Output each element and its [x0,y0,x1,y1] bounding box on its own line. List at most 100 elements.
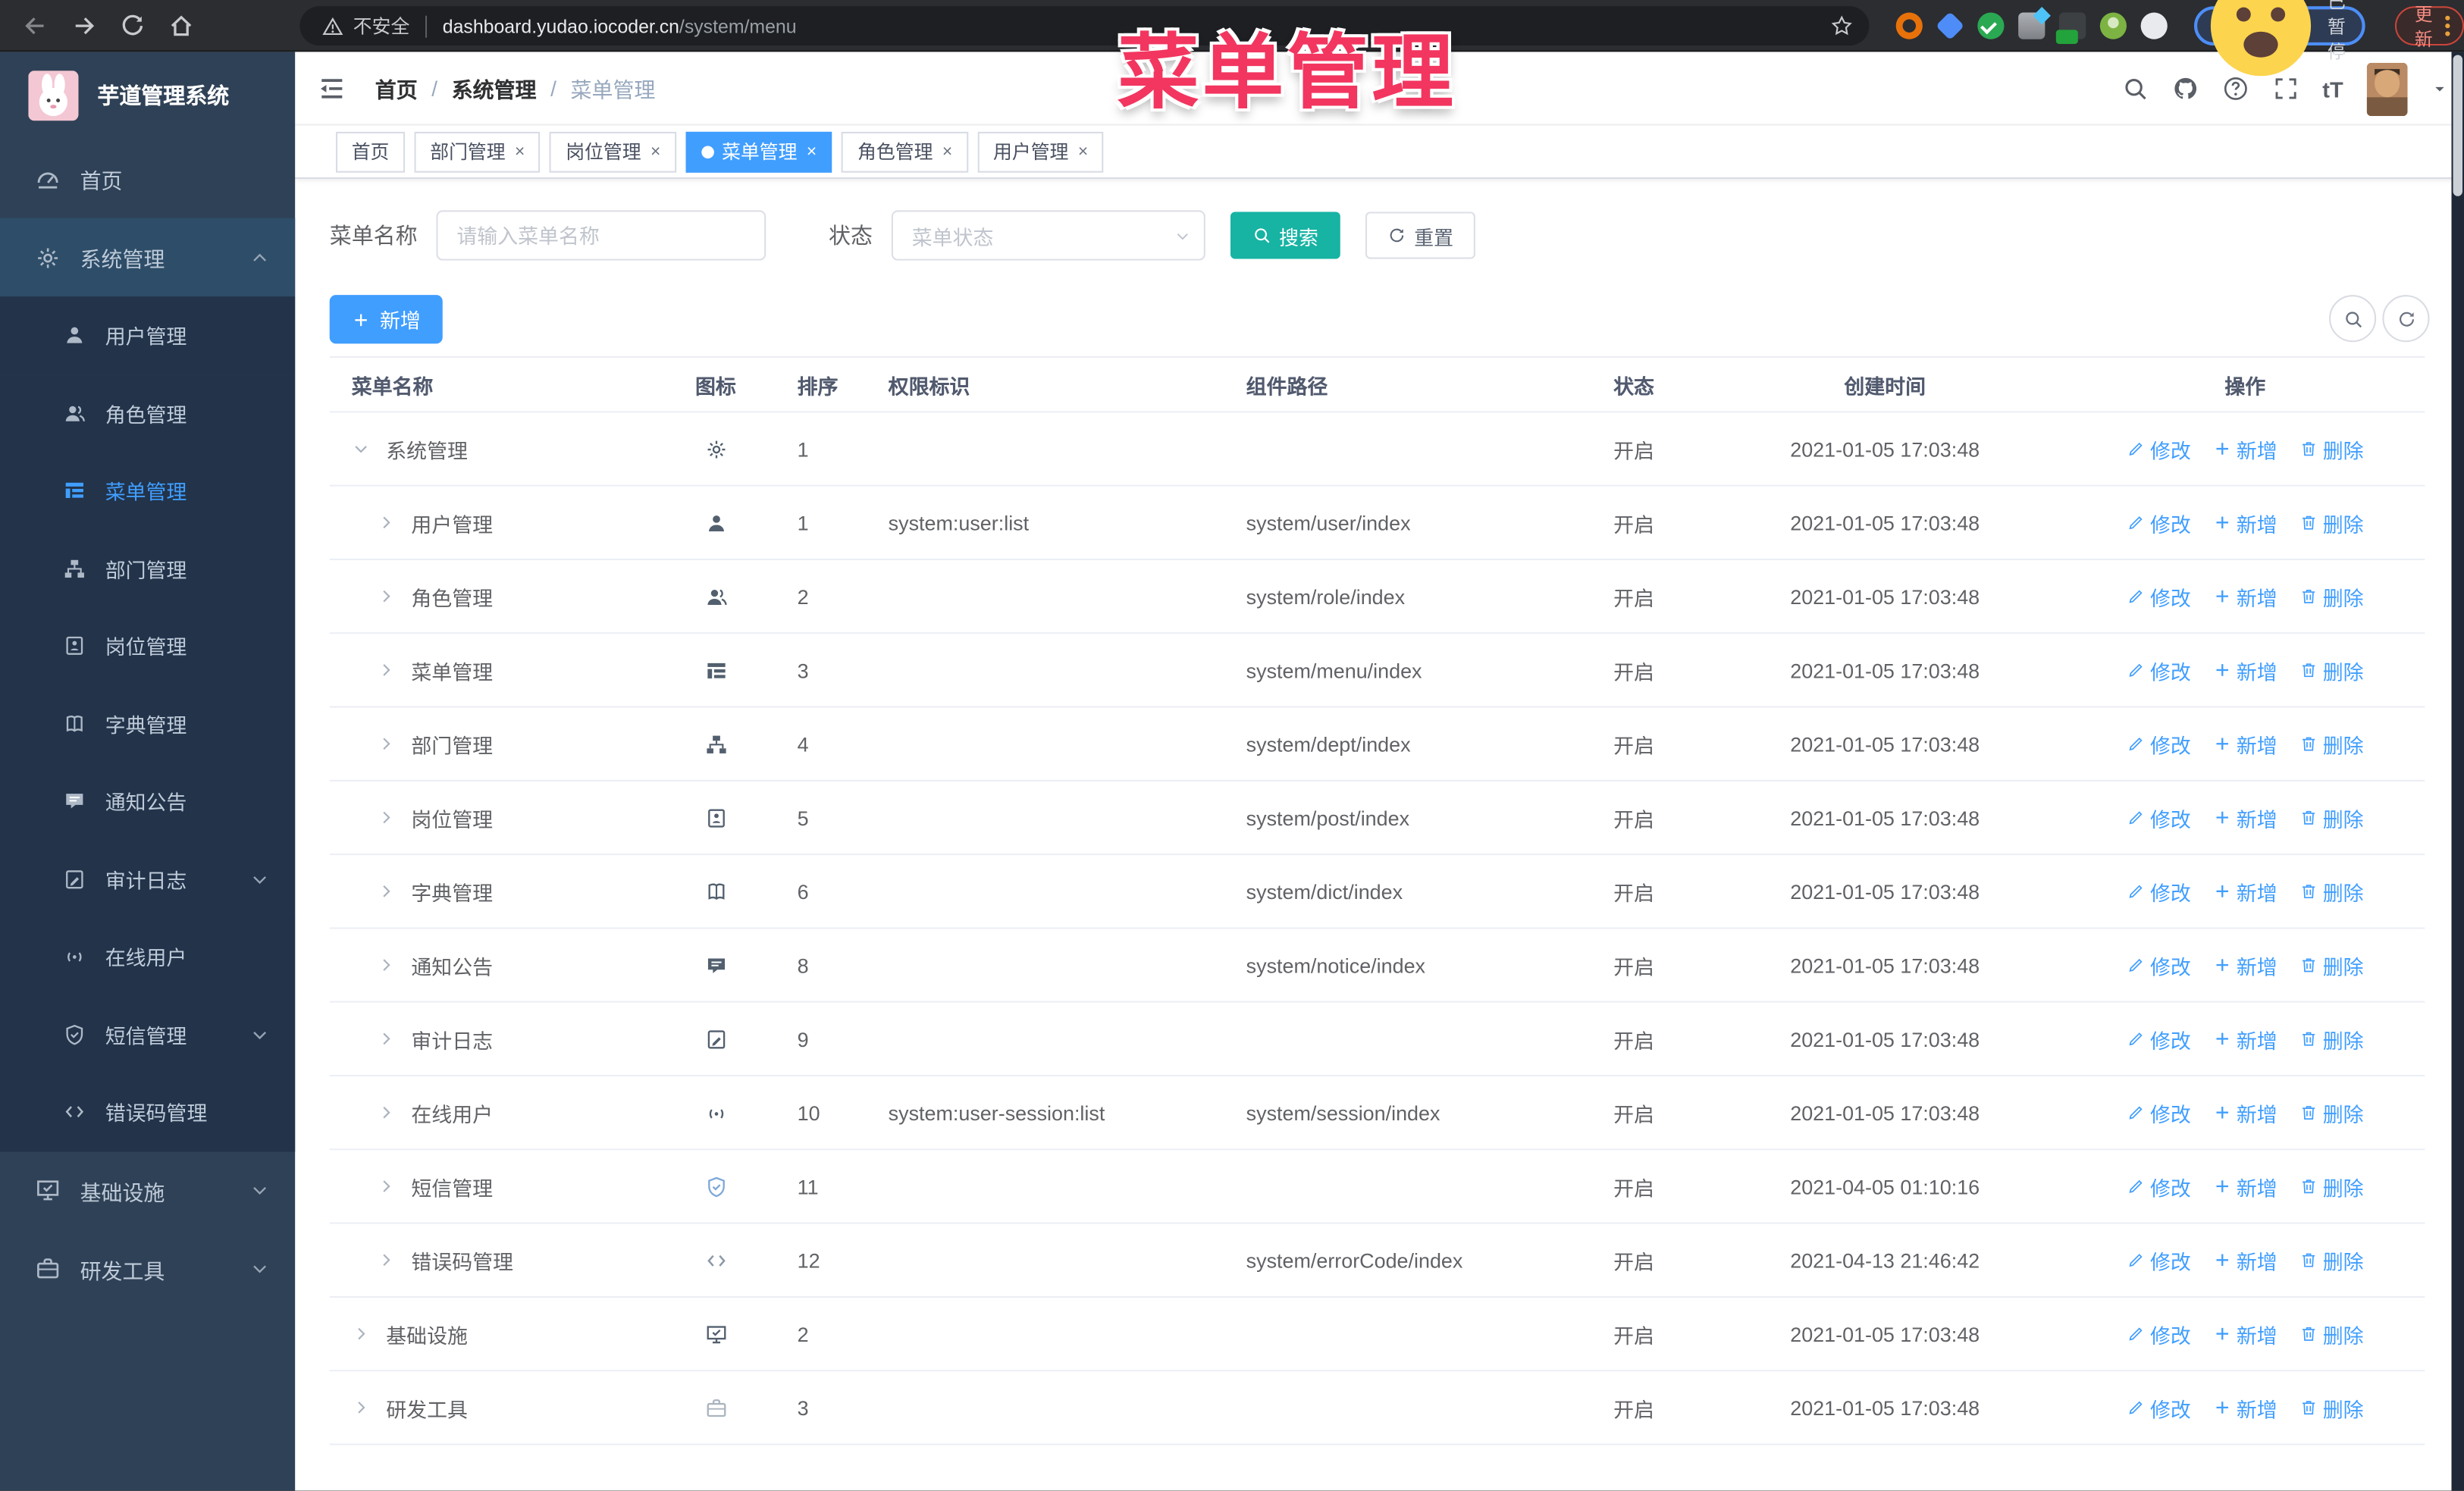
expand-closed-icon[interactable] [377,513,396,532]
sidebar-item-通知公告[interactable]: 通知公告 [0,763,296,841]
ext-green-check-icon[interactable] [1977,12,2005,39]
forward-icon[interactable] [71,12,97,39]
expand-closed-icon[interactable] [377,1029,396,1048]
add-child-link[interactable]: 新增 [2213,655,2277,684]
breadcrumb-item[interactable]: 首页 [375,72,418,103]
close-tab-icon[interactable]: × [515,142,525,161]
edit-link[interactable]: 修改 [2127,1024,2191,1054]
avatar[interactable] [2366,61,2408,116]
close-tab-icon[interactable]: × [942,142,952,161]
sidebar-item-字典管理[interactable]: 字典管理 [0,684,296,763]
browser-menu-icon[interactable] [2445,15,2450,36]
add-child-link[interactable]: 新增 [2213,729,2277,759]
add-child-link[interactable]: 新增 [2213,508,2277,537]
sidebar-item-岗位管理[interactable]: 岗位管理 [0,607,296,685]
edit-link[interactable]: 修改 [2127,508,2191,537]
sidebar-item-审计日志[interactable]: 审计日志 [0,840,296,919]
delete-link[interactable]: 删除 [2299,1098,2364,1127]
expand-closed-icon[interactable] [377,661,396,680]
delete-link[interactable]: 删除 [2299,434,2364,463]
edit-link[interactable]: 修改 [2127,1171,2191,1201]
ext-puzzle-icon[interactable] [2140,12,2168,39]
expand-closed-icon[interactable] [377,1103,396,1122]
delete-link[interactable]: 删除 [2299,876,2364,906]
add-child-link[interactable]: 新增 [2213,876,2277,906]
add-child-link[interactable]: 新增 [2213,1024,2277,1054]
sidebar-item-研发工具[interactable]: 研发工具 [0,1229,295,1308]
edit-link[interactable]: 修改 [2127,434,2191,463]
delete-link[interactable]: 删除 [2299,1171,2364,1201]
ext-gem-icon[interactable] [1936,11,1965,41]
add-child-link[interactable]: 新增 [2213,950,2277,979]
tab-角色管理[interactable]: 角色管理 × [842,130,968,172]
expand-closed-icon[interactable] [377,1177,396,1196]
browser-update-button[interactable]: 更新 [2393,5,2464,49]
back-icon[interactable] [22,12,49,39]
add-child-link[interactable]: 新增 [2213,1171,2277,1201]
delete-link[interactable]: 删除 [2299,729,2364,759]
delete-link[interactable]: 删除 [2299,950,2364,979]
sidebar-item-用户管理[interactable]: 用户管理 [0,296,296,374]
github-icon[interactable] [2172,75,2199,102]
caret-down-icon[interactable] [2431,80,2449,98]
ext-grid-icon[interactable] [2018,12,2045,39]
ext-person-icon[interactable] [2099,12,2127,39]
delete-link[interactable]: 删除 [2299,655,2364,684]
tab-菜单管理[interactable]: 菜单管理 × [685,130,832,172]
bookmark-star-icon[interactable] [1830,14,1854,38]
expand-closed-icon[interactable] [377,1251,396,1270]
app-logo-row[interactable]: 芋道管理系统 [0,52,295,139]
font-size-icon[interactable]: tT [2322,76,2343,101]
sidebar-item-角色管理[interactable]: 角色管理 [0,374,296,453]
edit-link[interactable]: 修改 [2127,1245,2191,1275]
expand-closed-icon[interactable] [377,587,396,606]
edit-link[interactable]: 修改 [2127,729,2191,759]
expand-closed-icon[interactable] [377,735,396,753]
expand-closed-icon[interactable] [377,808,396,827]
expand-closed-icon[interactable] [377,956,396,975]
menu-name-input[interactable] [436,210,766,261]
add-child-link[interactable]: 新增 [2213,581,2277,611]
sidebar-item-首页[interactable]: 首页 [0,139,295,218]
page-scrollbar[interactable] [2451,52,2464,1491]
sidebar-item-错误码管理[interactable]: 错误码管理 [0,1073,296,1151]
close-tab-icon[interactable]: × [807,142,817,161]
reload-icon[interactable] [119,12,146,39]
edit-link[interactable]: 修改 [2127,1392,2191,1422]
add-child-link[interactable]: 新增 [2213,1319,2277,1348]
sidebar-item-基础设施[interactable]: 基础设施 [0,1151,295,1229]
expand-open-icon[interactable] [352,440,371,459]
refresh-table-button[interactable] [2382,295,2430,343]
delete-link[interactable]: 删除 [2299,1319,2364,1348]
breadcrumb-item[interactable]: 系统管理 [452,72,537,103]
add-child-link[interactable]: 新增 [2213,803,2277,832]
tab-岗位管理[interactable]: 岗位管理 × [550,130,677,172]
add-child-link[interactable]: 新增 [2213,1098,2277,1127]
add-child-link[interactable]: 新增 [2213,1245,2277,1275]
sidebar-item-菜单管理[interactable]: 菜单管理 [0,452,296,530]
reset-button[interactable]: 重置 [1365,211,1475,259]
tab-部门管理[interactable]: 部门管理 × [414,130,541,172]
ext-dark-on-icon[interactable] [2055,12,2086,44]
edit-link[interactable]: 修改 [2127,655,2191,684]
edit-link[interactable]: 修改 [2127,581,2191,611]
delete-link[interactable]: 删除 [2299,1024,2364,1054]
tab-用户管理[interactable]: 用户管理 × [977,130,1104,172]
add-child-link[interactable]: 新增 [2213,1392,2277,1422]
tab-首页[interactable]: 首页 [336,130,406,172]
scrollbar-thumb[interactable] [2453,55,2462,196]
expand-closed-icon[interactable] [352,1398,371,1417]
sidebar-item-部门管理[interactable]: 部门管理 [0,529,296,608]
sidebar-toggle-icon[interactable] [317,73,346,102]
close-tab-icon[interactable]: × [1078,142,1088,161]
sidebar-item-短信管理[interactable]: 短信管理 [0,995,296,1073]
sidebar-item-系统管理[interactable]: 系统管理 [0,218,296,297]
edit-link[interactable]: 修改 [2127,1098,2191,1127]
delete-link[interactable]: 删除 [2299,1245,2364,1275]
close-tab-icon[interactable]: × [650,142,660,161]
delete-link[interactable]: 删除 [2299,1392,2364,1422]
browser-profile-button[interactable]: 已暂停 [2194,0,2365,77]
edit-link[interactable]: 修改 [2127,803,2191,832]
expand-closed-icon[interactable] [352,1324,371,1343]
edit-link[interactable]: 修改 [2127,1319,2191,1348]
